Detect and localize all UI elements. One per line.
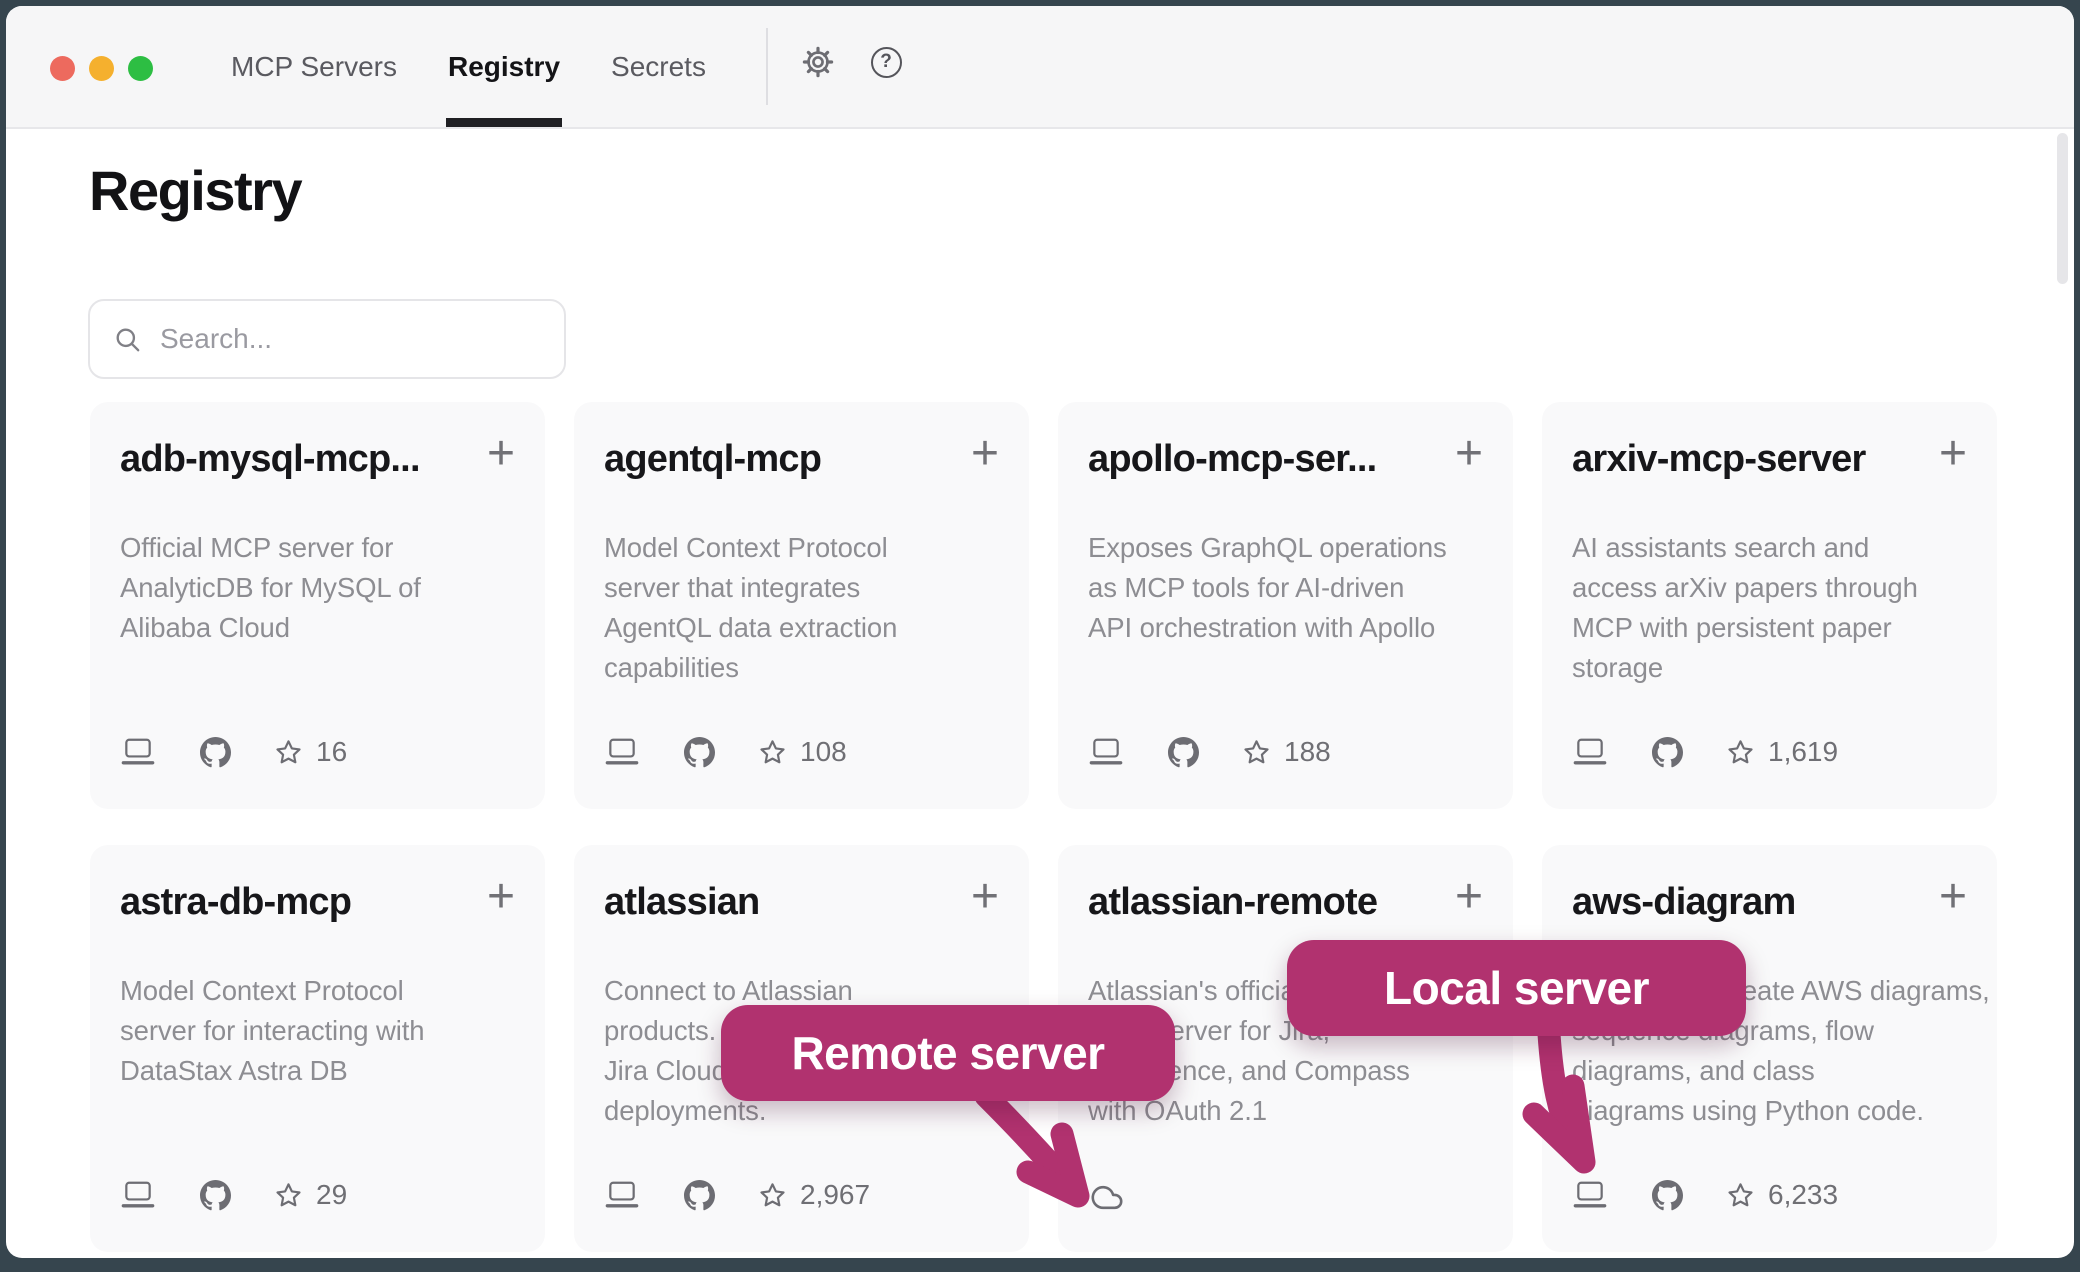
server-card-arxiv-mcp-server[interactable]: arxiv-mcp-server + AI assistants search … — [1542, 402, 1997, 809]
card-footer: 188 — [1088, 735, 1331, 769]
remote-server-callout-label: Remote server — [791, 1026, 1104, 1080]
github-icon — [1168, 737, 1199, 768]
server-name: atlassian-remote — [1088, 881, 1377, 924]
add-server-button[interactable]: + — [1455, 436, 1483, 472]
traffic-lights — [50, 56, 153, 81]
laptop-icon — [1088, 737, 1124, 767]
star-icon — [274, 1181, 303, 1210]
star-icon — [1726, 1181, 1755, 1210]
gear-icon — [802, 46, 834, 78]
star-count: 108 — [800, 736, 847, 768]
laptop-icon — [120, 737, 156, 767]
star-count: 1,619 — [1768, 736, 1838, 768]
search-icon — [114, 326, 141, 353]
star-icon — [274, 738, 303, 767]
add-server-button[interactable]: + — [487, 879, 515, 915]
star-icon — [1726, 738, 1755, 767]
laptop-icon — [120, 1180, 156, 1210]
server-name: agentql-mcp — [604, 438, 821, 481]
add-server-button[interactable]: + — [1455, 879, 1483, 915]
star-icon — [758, 1181, 787, 1210]
server-card-apollo-mcp-server[interactable]: apollo-mcp-ser... + Exposes GraphQL oper… — [1058, 402, 1513, 809]
card-footer: 6,233 — [1572, 1178, 1838, 1212]
server-description: Model Context Protocol server that integ… — [604, 528, 999, 688]
local-server-callout: Local server — [1287, 940, 1746, 1036]
github-icon — [684, 737, 715, 768]
github-icon — [1652, 1180, 1683, 1211]
close-window-button[interactable] — [50, 56, 75, 81]
github-icon — [684, 1180, 715, 1211]
server-description: Official MCP server for AnalyticDB for M… — [120, 528, 515, 648]
server-card-grid: adb-mysql-mcp... + Official MCP server f… — [90, 402, 1997, 1252]
server-card-astra-db-mcp[interactable]: astra-db-mcp + Model Context Protocol se… — [90, 845, 545, 1252]
card-footer: 2,967 — [604, 1178, 870, 1212]
settings-button[interactable] — [801, 45, 835, 79]
server-name: atlassian — [604, 881, 759, 924]
server-description: AI assistants search and access arXiv pa… — [1572, 528, 1967, 688]
server-card-aws-diagram[interactable]: aws-diagram + Seamlessly create AWS diag… — [1542, 845, 1997, 1252]
cloud-icon — [1088, 1182, 1126, 1213]
help-button[interactable]: ? — [869, 45, 903, 79]
page-title: Registry — [89, 158, 301, 223]
add-server-button[interactable]: + — [971, 436, 999, 472]
github-icon — [1652, 737, 1683, 768]
local-server-callout-label: Local server — [1384, 961, 1649, 1015]
star-count: 16 — [316, 736, 347, 768]
card-footer: 29 — [120, 1178, 347, 1212]
star-count: 2,967 — [800, 1179, 870, 1211]
tab-bar: MCP Servers Registry Secrets — [231, 6, 706, 127]
star-count: 6,233 — [1768, 1179, 1838, 1211]
scrollbar-thumb[interactable] — [2057, 133, 2068, 284]
minimize-window-button[interactable] — [89, 56, 114, 81]
github-icon — [200, 1180, 231, 1211]
github-icon — [200, 737, 231, 768]
tab-label: Registry — [448, 51, 560, 83]
tab-label: MCP Servers — [231, 51, 397, 83]
tab-label: Secrets — [611, 51, 706, 83]
tab-registry[interactable]: Registry — [448, 6, 560, 127]
card-footer: 108 — [604, 735, 847, 769]
star-icon — [1242, 738, 1271, 767]
server-name: astra-db-mcp — [120, 881, 351, 924]
laptop-icon — [1572, 1180, 1608, 1210]
add-server-button[interactable]: + — [1939, 879, 1967, 915]
app-window: MCP Servers Registry Secrets ? Registry … — [6, 6, 2074, 1258]
star-count: 188 — [1284, 736, 1331, 768]
remote-server-callout: Remote server — [721, 1005, 1175, 1101]
card-footer: 1,619 — [1572, 735, 1838, 769]
help-icon: ? — [871, 47, 902, 78]
card-footer: 16 — [120, 735, 347, 769]
server-card-adb-mysql-mcp[interactable]: adb-mysql-mcp... + Official MCP server f… — [90, 402, 545, 809]
add-server-button[interactable]: + — [487, 436, 515, 472]
server-description: Exposes GraphQL operations as MCP tools … — [1088, 528, 1483, 648]
tab-mcp-servers[interactable]: MCP Servers — [231, 6, 397, 127]
laptop-icon — [1572, 737, 1608, 767]
server-name: adb-mysql-mcp... — [120, 438, 420, 481]
titlebar: MCP Servers Registry Secrets ? — [6, 6, 2074, 129]
zoom-window-button[interactable] — [128, 56, 153, 81]
tab-secrets[interactable]: Secrets — [611, 6, 706, 127]
star-count: 29 — [316, 1179, 347, 1211]
server-card-agentql-mcp[interactable]: agentql-mcp + Model Context Protocol ser… — [574, 402, 1029, 809]
server-name: apollo-mcp-ser... — [1088, 438, 1376, 481]
search-box — [88, 299, 566, 379]
server-name: arxiv-mcp-server — [1572, 438, 1866, 481]
star-icon — [758, 738, 787, 767]
card-footer — [1088, 1178, 1126, 1212]
header-divider — [766, 28, 768, 105]
server-name: aws-diagram — [1572, 881, 1796, 924]
add-server-button[interactable]: + — [971, 879, 999, 915]
search-input[interactable] — [141, 323, 544, 355]
laptop-icon — [604, 737, 640, 767]
laptop-icon — [604, 1180, 640, 1210]
server-description: Model Context Protocol server for intera… — [120, 971, 515, 1091]
add-server-button[interactable]: + — [1939, 436, 1967, 472]
